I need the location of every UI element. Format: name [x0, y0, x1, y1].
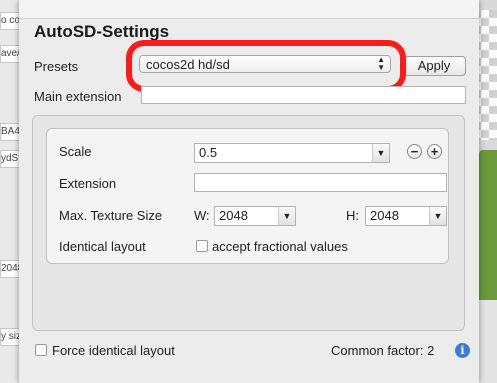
- dialog-top-bar: [19, 0, 479, 19]
- autosd-settings-dialog: AutoSD-Settings Presets cocos2d hd/sd ▲ ▼…: [19, 0, 479, 383]
- width-label: W:: [194, 208, 210, 223]
- height-combo[interactable]: 2048 ▼: [365, 206, 447, 226]
- apply-button[interactable]: Apply: [402, 56, 466, 76]
- force-identical-layout-label: Force identical layout: [52, 343, 175, 358]
- chevron-down-icon[interactable]: ▼: [429, 207, 446, 225]
- fractional-values-label: accept fractional values: [212, 239, 348, 254]
- info-icon[interactable]: i: [455, 343, 470, 358]
- max-texture-size-label: Max. Texture Size: [59, 208, 163, 223]
- main-extension-label: Main extension: [34, 89, 122, 104]
- force-identical-layout-checkbox[interactable]: [35, 344, 47, 356]
- chevron-down-icon[interactable]: ▼: [278, 207, 295, 225]
- chevron-down-icon[interactable]: ▼: [372, 144, 389, 162]
- height-value: 2048: [370, 208, 399, 223]
- height-label: H:: [346, 208, 359, 223]
- dialog-title: AutoSD-Settings: [34, 22, 170, 41]
- main-extension-input[interactable]: [141, 86, 466, 104]
- scale-combo[interactable]: 0.5 ▼: [194, 143, 390, 163]
- presets-label: Presets: [34, 59, 79, 74]
- extension-label: Extension: [59, 176, 117, 191]
- plus-icon[interactable]: +: [427, 144, 442, 159]
- fractional-values-checkbox[interactable]: [196, 240, 208, 252]
- common-factor-text: Common factor: 2: [331, 343, 435, 358]
- extension-input[interactable]: [194, 173, 447, 192]
- scale-value: 0.5: [199, 145, 218, 160]
- presets-highlight: [126, 40, 406, 92]
- scale-label: Scale: [59, 144, 92, 159]
- identical-layout-label: Identical layout: [59, 239, 146, 254]
- width-value: 2048: [219, 208, 248, 223]
- width-combo[interactable]: 2048 ▼: [214, 206, 296, 226]
- minus-icon[interactable]: −: [407, 144, 422, 159]
